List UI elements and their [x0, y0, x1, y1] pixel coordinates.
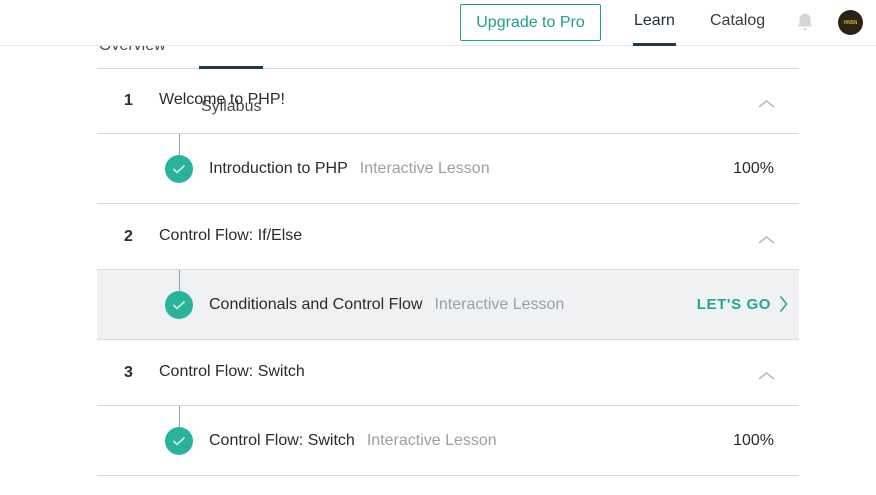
collapse-chevron-up-icon[interactable]	[758, 96, 775, 108]
nav-learn[interactable]: Learn	[634, 12, 675, 30]
lesson-progress: 100%	[733, 160, 774, 177]
module-number: 1	[124, 92, 133, 109]
lesson-row-active[interactable]: Conditionals and Control Flow Interactive…	[97, 270, 799, 340]
module-number: 2	[124, 228, 133, 245]
completed-check-icon	[165, 291, 193, 319]
upgrade-to-pro-button[interactable]: Upgrade to Pro	[460, 4, 601, 41]
avatar-label: HNSN	[843, 19, 858, 26]
lesson-title: Control Flow: Switch	[209, 432, 355, 449]
lesson-progress: 100%	[733, 432, 774, 449]
nav-learn-active-indicator	[633, 43, 676, 46]
completed-check-icon	[165, 427, 193, 455]
chevron-right-icon	[779, 296, 788, 312]
top-header: Upgrade to Pro Learn Catalog HNSN	[0, 0, 876, 46]
timeline-connector	[179, 406, 180, 428]
completed-check-icon	[165, 155, 193, 183]
module-row[interactable]: 3 Control Flow: Switch	[97, 340, 799, 406]
lesson-row[interactable]: Control Flow: Switch Interactive Lesson 1…	[97, 406, 799, 476]
lesson-type: Interactive Lesson	[434, 296, 565, 313]
nav-catalog[interactable]: Catalog	[710, 12, 765, 30]
module-row[interactable]: 1 Welcome to PHP!	[97, 68, 799, 134]
collapse-chevron-up-icon[interactable]	[758, 368, 775, 380]
module-number: 3	[124, 364, 133, 381]
lets-go-link[interactable]: LET'S GO	[697, 295, 788, 313]
notification-bell-icon[interactable]	[796, 12, 814, 32]
lesson-row[interactable]: Introduction to PHP Interactive Lesson 10…	[97, 134, 799, 204]
timeline-connector	[179, 270, 180, 292]
timeline-connector	[179, 134, 180, 156]
module-title: Control Flow: Switch	[159, 363, 305, 380]
lesson-type: Interactive Lesson	[366, 432, 497, 449]
user-avatar[interactable]: HNSN	[838, 10, 863, 35]
lets-go-label: LET'S GO	[696, 295, 771, 313]
syllabus-list: 1 Welcome to PHP! Introduction to PHP Int…	[97, 68, 799, 476]
module-title: Welcome to PHP!	[159, 91, 285, 108]
lesson-title: Introduction to PHP	[209, 160, 348, 177]
lesson-type: Interactive Lesson	[359, 160, 490, 177]
lesson-title: Conditionals and Control Flow	[209, 296, 423, 313]
module-title: Control Flow: If/Else	[159, 227, 303, 244]
module-row[interactable]: 2 Control Flow: If/Else	[97, 204, 799, 270]
collapse-chevron-up-icon[interactable]	[758, 232, 775, 244]
